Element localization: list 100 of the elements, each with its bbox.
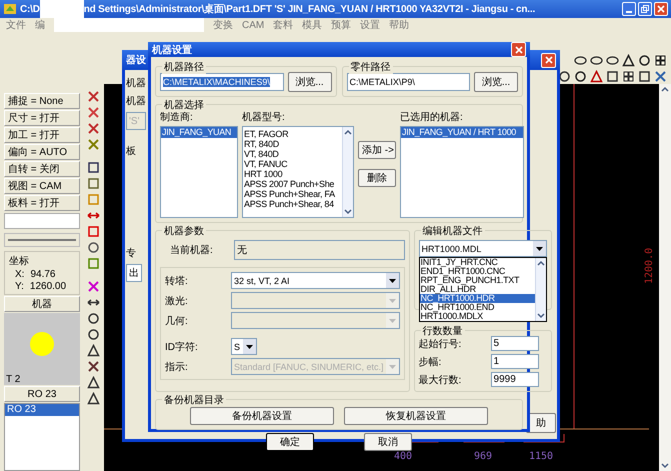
- status-toggle-button[interactable]: 自转 = 关闭: [4, 161, 80, 177]
- dropdown[interactable]: 32 st, VT, 2 AI: [231, 272, 400, 289]
- menu-item[interactable]: 编: [35, 18, 45, 32]
- triangle-icon[interactable]: [622, 54, 635, 67]
- remove-button[interactable]: 删除: [358, 169, 396, 187]
- cross-icon[interactable]: [86, 360, 100, 373]
- close-button[interactable]: [541, 52, 556, 68]
- oval-icon[interactable]: [590, 54, 603, 67]
- number-field[interactable]: 9999: [490, 372, 539, 387]
- list-item[interactable]: INIT1_JY_HRT.CNC: [420, 258, 535, 267]
- square-icon[interactable]: [606, 70, 619, 83]
- cross-icon[interactable]: [86, 90, 100, 103]
- menu-item[interactable]: 预算: [331, 18, 352, 32]
- list-label: 已选用的机器:: [400, 110, 463, 124]
- status-toggle-button[interactable]: 捕捉 = None: [4, 93, 80, 109]
- circle-icon[interactable]: [86, 328, 100, 341]
- list-item[interactable]: RPT_ENG_PUNCH1.TXT: [420, 276, 535, 285]
- menu-item[interactable]: 变换: [213, 18, 233, 32]
- scroll-down-icon[interactable]: [343, 207, 353, 217]
- close-button[interactable]: [654, 2, 668, 16]
- browse-button[interactable]: 浏览...: [474, 72, 518, 92]
- square-icon[interactable]: [638, 70, 651, 83]
- group-title: 机器路径: [162, 60, 206, 74]
- list-item[interactable]: JIN_FANG_YUAN / HRT 1000: [401, 127, 523, 138]
- list-item[interactable]: APSS Punch+Shear, FA: [243, 189, 342, 199]
- list-item[interactable]: HRT1000.MDLX: [420, 312, 535, 321]
- circle-icon[interactable]: [558, 70, 571, 83]
- minimize-button[interactable]: [622, 2, 636, 16]
- list-item[interactable]: NC_HRT1000.HDR: [420, 294, 535, 303]
- list-item[interactable]: RT, 840D: [243, 139, 342, 149]
- status-toggle-button[interactable]: 视图 = CAM: [4, 178, 80, 194]
- number-field[interactable]: 5: [490, 336, 539, 351]
- grid-icon[interactable]: [622, 70, 635, 83]
- close-button[interactable]: [511, 42, 526, 57]
- square-icon[interactable]: [86, 161, 100, 174]
- path-field[interactable]: C:\METALIX\P9\: [346, 73, 470, 91]
- oval-icon[interactable]: [606, 54, 619, 67]
- list-item[interactable]: ET, FAGOR: [243, 129, 342, 139]
- status-toggle-button[interactable]: 偏向 = AUTO: [4, 144, 80, 160]
- status-toggle-button[interactable]: 尺寸 = 打开: [4, 110, 80, 126]
- scrollbar[interactable]: [342, 127, 353, 217]
- add-button[interactable]: 添加 ->: [358, 141, 396, 159]
- circle-icon[interactable]: [86, 241, 100, 254]
- browse-button[interactable]: 浏览...: [288, 72, 332, 92]
- list-item[interactable]: JIN_FANG_YUAN: [161, 127, 237, 138]
- list-item[interactable]: HRT 1000: [243, 169, 342, 179]
- list-item[interactable]: VT, FANUC: [243, 159, 342, 169]
- restore-button[interactable]: [638, 2, 652, 16]
- dimension-label: 969: [474, 451, 492, 462]
- status-toggle-button[interactable]: 加工 = 打开: [4, 127, 80, 143]
- triangle-icon[interactable]: [86, 376, 100, 389]
- cross-icon[interactable]: [654, 70, 667, 83]
- dropdown[interactable]: S: [231, 338, 257, 355]
- square-icon[interactable]: [86, 177, 100, 190]
- list-item[interactable]: VT, 840D: [243, 149, 342, 159]
- oval-icon[interactable]: [574, 54, 587, 67]
- menu-item[interactable]: CAM: [242, 20, 264, 30]
- cross-icon[interactable]: [86, 122, 100, 135]
- field-label: 指示:: [165, 360, 189, 374]
- circle-icon[interactable]: [638, 54, 651, 67]
- circle-icon[interactable]: [574, 70, 587, 83]
- grid-icon[interactable]: [654, 54, 667, 67]
- menu-item[interactable]: 设置: [360, 18, 380, 32]
- menu-item[interactable]: 套料: [273, 18, 294, 32]
- triangle-icon[interactable]: [86, 392, 100, 405]
- list-item[interactable]: APSS Punch+Shear, 84: [243, 199, 342, 209]
- list-item[interactable]: APSS 2007 Punch+She: [243, 179, 342, 189]
- list-item[interactable]: RO 23: [5, 404, 79, 416]
- cross-icon[interactable]: [86, 106, 100, 119]
- window-title: C:\D: [20, 4, 40, 14]
- scroll-up-icon[interactable]: [536, 258, 546, 268]
- input-field[interactable]: [4, 213, 80, 229]
- dropdown[interactable]: HRT1000.MDL: [418, 240, 547, 257]
- restore-icon: [641, 5, 649, 13]
- menu-item[interactable]: 帮助: [389, 18, 410, 32]
- list-item[interactable]: END1_HRT1000.CNC: [420, 267, 535, 276]
- menu-item[interactable]: 文件: [6, 18, 26, 32]
- scrollbar[interactable]: [659, 84, 671, 471]
- list-item[interactable]: DIR_ALL.HDR: [420, 285, 535, 294]
- path-field[interactable]: C:\METALIX\MACHINES9\: [160, 73, 284, 91]
- ok-button[interactable]: 确定: [266, 433, 314, 451]
- triangle-icon[interactable]: [86, 344, 100, 357]
- scroll-up-icon[interactable]: [659, 84, 671, 94]
- splitter-bar[interactable]: [4, 233, 80, 247]
- scroll-up-icon[interactable]: [343, 127, 353, 137]
- coordinate-value: 94.76: [30, 269, 56, 280]
- menu-item[interactable]: 模具: [302, 18, 322, 32]
- circle-icon[interactable]: [86, 312, 100, 325]
- group-title: 机器参数: [162, 224, 206, 238]
- cancel-button[interactable]: 取消: [364, 433, 412, 451]
- scroll-down-icon[interactable]: [659, 461, 671, 471]
- list-item[interactable]: NC_HRT1000.END: [420, 303, 535, 312]
- scrollbar[interactable]: [534, 258, 546, 321]
- input-field[interactable]: 出: [126, 264, 142, 282]
- cross-icon[interactable]: [86, 280, 100, 293]
- restore-button[interactable]: 恢复机器设置: [344, 407, 488, 425]
- scroll-down-icon[interactable]: [536, 311, 546, 321]
- backup-button[interactable]: 备份机器设置: [190, 407, 334, 425]
- status-toggle-button[interactable]: 板料 = 打开: [4, 195, 80, 211]
- number-field[interactable]: 1: [490, 354, 539, 369]
